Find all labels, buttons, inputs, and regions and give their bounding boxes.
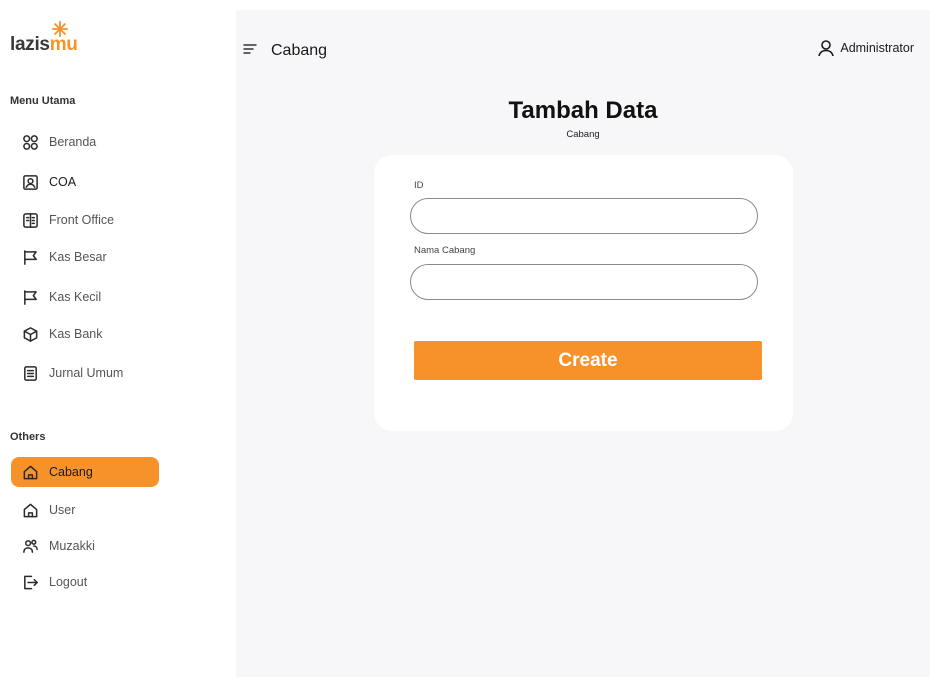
users-icon <box>22 538 39 555</box>
sidebar-item-label: Kas Kecil <box>49 290 102 304</box>
sidebar-item-label: Beranda <box>49 135 97 149</box>
section-title-menu-utama: Menu Utama <box>10 95 76 107</box>
sidebar-item-kas-kecil[interactable]: Kas Kecil <box>11 282 159 312</box>
box-icon <box>22 326 39 343</box>
sidebar-item-label: Front Office <box>49 213 115 227</box>
page-subtitle: Cabang <box>566 129 600 140</box>
sidebar-item-label: Kas Bank <box>49 327 103 341</box>
user-menu[interactable]: Administrator <box>817 39 914 57</box>
sidebar-item-jurnal-umum[interactable]: Jurnal Umum <box>11 358 159 388</box>
sidebar-item-user[interactable]: User <box>11 495 159 525</box>
create-button[interactable]: Create <box>414 341 762 380</box>
flag-icon <box>22 289 39 306</box>
sidebar-item-label: COA <box>49 175 77 189</box>
sidebar-item-coa[interactable]: COA <box>11 167 159 197</box>
header-title: Cabang <box>271 42 328 59</box>
sidebar-item-label: User <box>49 503 76 517</box>
home-icon <box>22 502 39 519</box>
add-cabang-form: ID Nama Cabang Create <box>374 155 793 431</box>
logout-icon <box>22 574 39 591</box>
nama-cabang-field[interactable] <box>410 264 758 300</box>
sidebar-item-cabang[interactable]: Cabang <box>11 457 159 487</box>
contact-icon <box>22 174 39 191</box>
sidebar-item-logout[interactable]: Logout <box>11 567 159 597</box>
nama-cabang-label: Nama Cabang <box>414 245 476 256</box>
sidebar-item-front-office[interactable]: Front Office <box>11 205 159 235</box>
main-content: Cabang Administrator Tambah Data Cabang … <box>236 10 930 677</box>
user-icon <box>818 40 835 57</box>
sidebar-item-label: Cabang <box>49 465 93 479</box>
sidebar-item-label: Muzakki <box>49 539 95 553</box>
sidebar-item-label: Logout <box>49 575 88 589</box>
home-icon <box>22 464 39 481</box>
section-title-others: Others <box>10 431 46 443</box>
sidebar-item-kas-bank[interactable]: Kas Bank <box>11 319 159 349</box>
sidebar-item-kas-besar[interactable]: Kas Besar <box>11 242 159 272</box>
page-title: Tambah Data <box>508 97 658 124</box>
grid-icon <box>22 134 39 151</box>
sidebar-item-label: Jurnal Umum <box>49 366 124 380</box>
sidebar-item-beranda[interactable]: Beranda <box>11 127 159 157</box>
logo-text: lazismu <box>10 34 78 55</box>
flag-icon <box>22 249 39 266</box>
building-icon <box>22 212 39 229</box>
sidebar: lazismu Menu Utama Beranda COA Front Off… <box>0 0 236 677</box>
id-label: ID <box>414 180 424 191</box>
menu-icon[interactable] <box>243 43 257 55</box>
document-icon <box>22 365 39 382</box>
sidebar-item-muzakki[interactable]: Muzakki <box>11 531 159 561</box>
sidebar-item-label: Kas Besar <box>49 250 107 264</box>
id-field[interactable] <box>410 198 758 234</box>
user-name: Administrator <box>840 41 914 55</box>
